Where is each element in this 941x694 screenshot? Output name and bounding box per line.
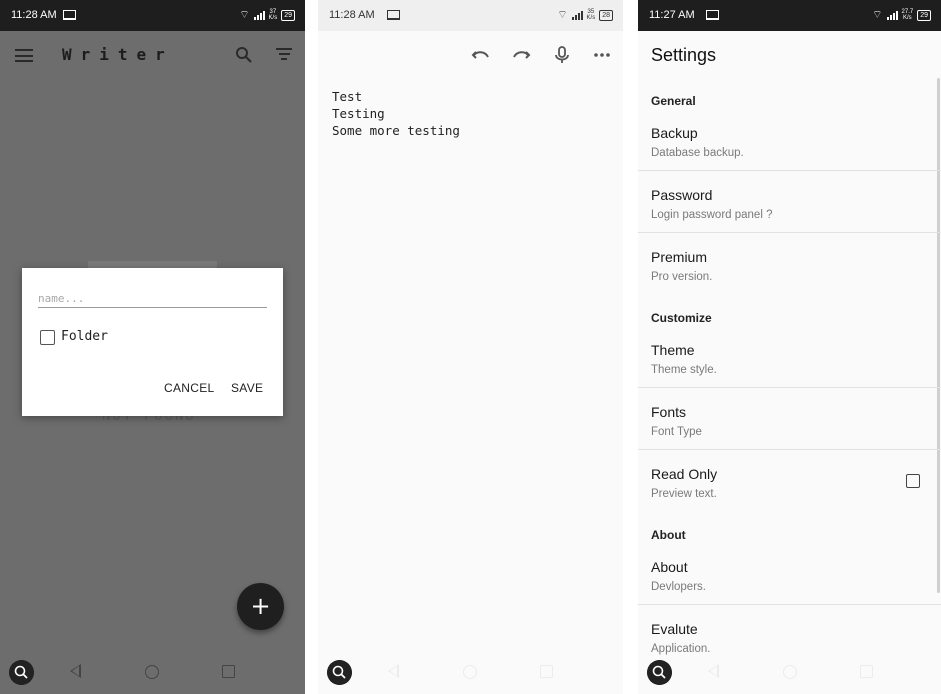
pref-read-only[interactable]: Read Only Preview text. bbox=[638, 466, 941, 528]
divider bbox=[638, 449, 941, 450]
pref-about[interactable]: About Devlopers. bbox=[638, 559, 941, 621]
editor-line: Test bbox=[332, 89, 363, 104]
pref-title: Password bbox=[651, 187, 713, 203]
pref-title: Evalute bbox=[651, 621, 698, 637]
search-icon[interactable] bbox=[235, 46, 253, 64]
divider bbox=[638, 232, 941, 233]
recents-icon[interactable] bbox=[540, 665, 553, 678]
save-button[interactable]: SAVE bbox=[231, 381, 263, 395]
menu-icon[interactable] bbox=[15, 49, 33, 62]
status-bar: 11:28 AM ⌔ 37 K/s 29 bbox=[0, 0, 305, 31]
network-speed: 37 K/s bbox=[268, 9, 278, 21]
pref-premium[interactable]: Premium Pro version. bbox=[638, 249, 941, 311]
back-icon[interactable] bbox=[70, 664, 81, 678]
filter-icon[interactable] bbox=[276, 48, 292, 62]
status-time: 11:28 AM bbox=[329, 9, 375, 21]
zoom-icon[interactable] bbox=[647, 660, 672, 685]
pref-title: Premium bbox=[651, 249, 708, 265]
status-bar: 11:27 AM ⌔ 27.7 K/s 29 bbox=[638, 0, 941, 31]
settings-screen: 11:27 AM ⌔ 27.7 K/s 29 Settings General B… bbox=[638, 0, 941, 694]
app-title: Writer bbox=[62, 45, 174, 64]
home-icon[interactable] bbox=[145, 665, 159, 679]
home-icon[interactable] bbox=[463, 665, 477, 679]
undo-icon[interactable] bbox=[471, 45, 491, 65]
new-item-dialog: Folder CANCEL SAVE bbox=[22, 268, 283, 416]
pref-subtitle: Login password panel ? bbox=[651, 209, 773, 221]
divider bbox=[638, 170, 941, 171]
network-speed: 27.7 K/s bbox=[901, 9, 914, 21]
section-header-about: About bbox=[651, 528, 686, 542]
laptop-icon bbox=[63, 10, 76, 20]
nav-bar bbox=[0, 654, 305, 694]
status-bar: 11:28 AM ⌔ 35 K/s 28 bbox=[318, 0, 623, 31]
battery-icon: 28 bbox=[599, 9, 613, 21]
folder-label: Folder bbox=[61, 329, 108, 344]
editor-text-area[interactable]: Test Testing Some more testing bbox=[332, 88, 460, 139]
section-header-general: General bbox=[651, 94, 696, 108]
nav-bar bbox=[318, 654, 623, 694]
mic-icon[interactable] bbox=[552, 45, 572, 65]
read-only-checkbox[interactable] bbox=[906, 474, 920, 488]
battery-icon: 29 bbox=[281, 9, 295, 21]
pref-fonts[interactable]: Fonts Font Type bbox=[638, 404, 941, 466]
signal-icon bbox=[253, 10, 265, 20]
recents-icon[interactable] bbox=[860, 665, 873, 678]
divider bbox=[638, 387, 941, 388]
pref-subtitle: Devlopers. bbox=[651, 581, 706, 593]
name-input[interactable] bbox=[38, 289, 267, 308]
editor-line: Some more testing bbox=[332, 123, 460, 138]
status-time: 11:28 AM bbox=[11, 9, 57, 21]
folder-checkbox[interactable] bbox=[40, 330, 55, 345]
pref-title: Backup bbox=[651, 125, 698, 141]
editor-line: Testing bbox=[332, 106, 385, 121]
pref-backup[interactable]: Backup Database backup. bbox=[638, 125, 941, 187]
writer-screen: 11:28 AM ⌔ 37K/s 29 Writer NOT FOUND Fol… bbox=[0, 0, 305, 694]
add-fab[interactable]: + bbox=[237, 583, 284, 630]
pref-subtitle: Theme style. bbox=[651, 364, 717, 376]
signal-icon bbox=[571, 10, 583, 20]
editor-screen: 11:28 AM ⌔ 35 K/s 28 Test Testing Some m… bbox=[318, 0, 623, 694]
pref-title: Fonts bbox=[651, 404, 687, 420]
section-header-customize: Customize bbox=[651, 311, 712, 325]
pref-subtitle: Font Type bbox=[651, 426, 702, 438]
zoom-icon[interactable] bbox=[9, 660, 34, 685]
pref-theme[interactable]: Theme Theme style. bbox=[638, 342, 941, 404]
pref-subtitle: Database backup. bbox=[651, 147, 744, 159]
back-icon[interactable] bbox=[388, 664, 399, 678]
pref-subtitle: Preview text. bbox=[651, 488, 717, 500]
laptop-icon bbox=[706, 10, 719, 20]
laptop-icon bbox=[387, 10, 400, 20]
nav-bar bbox=[638, 654, 941, 694]
pref-title: Theme bbox=[651, 342, 695, 358]
app-bar: Writer bbox=[0, 31, 305, 79]
zoom-icon[interactable] bbox=[327, 660, 352, 685]
home-icon[interactable] bbox=[783, 665, 797, 679]
pref-title: Read Only bbox=[651, 466, 718, 482]
pref-password[interactable]: Password Login password panel ? bbox=[638, 187, 941, 249]
cancel-button[interactable]: CANCEL bbox=[164, 381, 214, 395]
recents-icon[interactable] bbox=[222, 665, 235, 678]
redo-icon[interactable] bbox=[511, 45, 531, 65]
back-icon[interactable] bbox=[708, 664, 719, 678]
wifi-icon: ⌔ bbox=[239, 9, 250, 21]
wifi-icon: ⌔ bbox=[872, 9, 883, 21]
divider bbox=[638, 604, 941, 605]
pref-title: About bbox=[651, 559, 688, 575]
signal-icon bbox=[886, 10, 898, 20]
status-time: 11:27 AM bbox=[649, 9, 695, 21]
page-title: Settings bbox=[651, 45, 717, 65]
battery-icon: 29 bbox=[917, 9, 931, 21]
editor-toolbar bbox=[318, 31, 623, 79]
wifi-icon: ⌔ bbox=[557, 9, 568, 21]
pref-subtitle: Pro version. bbox=[651, 271, 713, 283]
network-speed: 35 K/s bbox=[586, 9, 596, 21]
more-icon[interactable] bbox=[592, 45, 612, 65]
